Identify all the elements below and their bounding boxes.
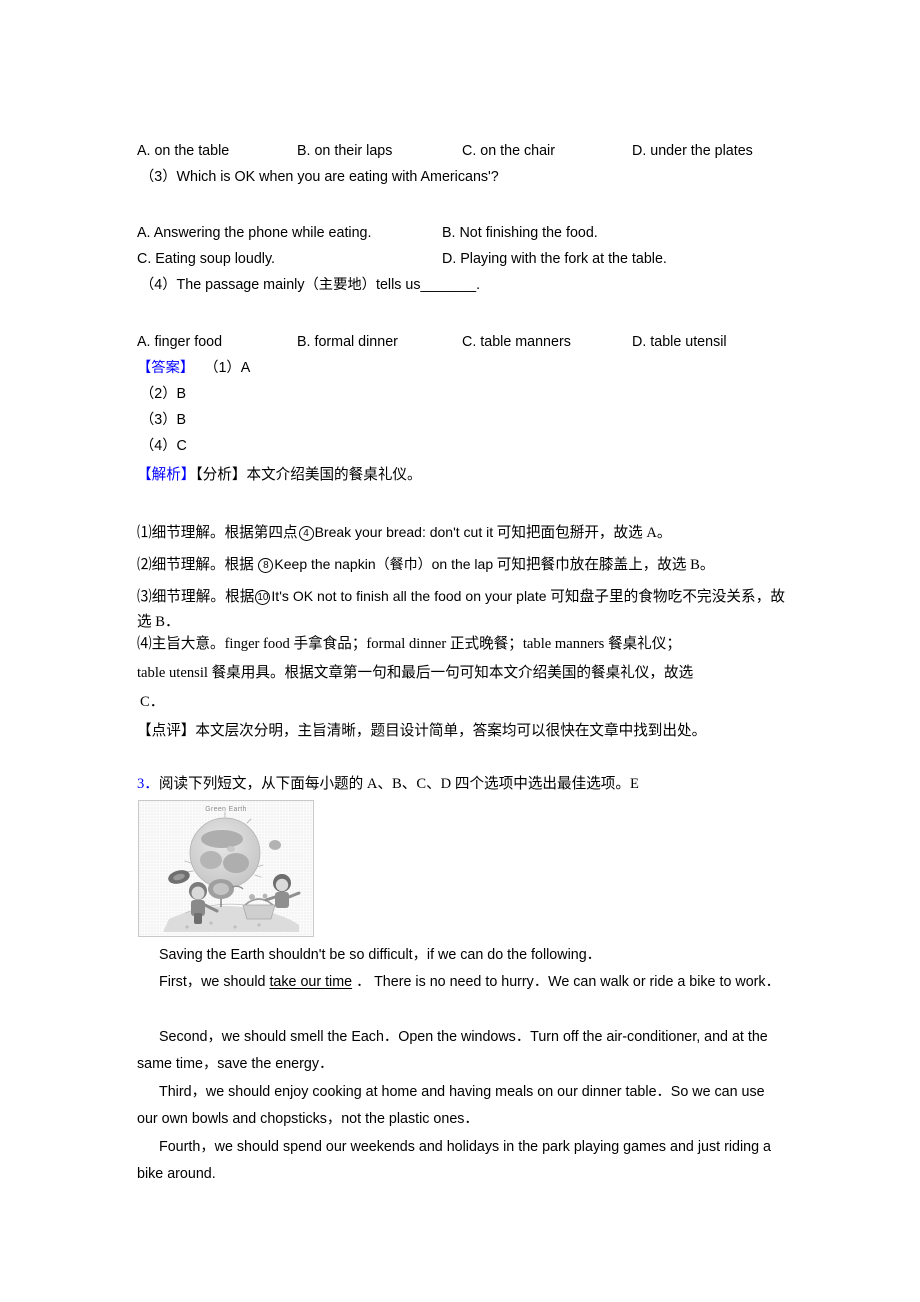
answer-line-2: （2）B: [140, 386, 187, 402]
circled-number-icon: 10: [255, 590, 271, 605]
answer-line-4: （4）C: [140, 438, 187, 454]
analysis-item-3: ⑶细节理解。根据 10 It's OK not to finish all the …: [137, 584, 785, 634]
passage-text-after: ． There is no need to hurry．We can walk …: [352, 974, 780, 990]
passage-text-before: First，we should: [159, 974, 270, 990]
analysis-item-4-line-2: table utensil 餐桌用具。根据文章第一句和最后一句可知本文介绍美国的…: [137, 665, 694, 681]
illustration-title: Green Earth: [205, 806, 247, 813]
passage-paragraph-4: Third，we should enjoy cooking at home an…: [137, 1084, 765, 1128]
item-before: 细节理解。根据: [151, 557, 258, 573]
question-instruction: 阅读下列短文，从下面每小题的 A、B、C、D 四个选项中选出最佳选项。E: [158, 776, 639, 792]
item-english: Break your bread: don't cut it: [314, 524, 494, 540]
analysis-item-1: ⑴细节理解。根据第四点 4 Break your bread: don't cut …: [137, 520, 672, 546]
underlined-phrase: take our time: [269, 974, 353, 990]
question-3-heading: 3．阅读下列短文，从下面每小题的 A、B、C、D 四个选项中选出最佳选项。E: [137, 772, 639, 797]
option-d: D. table utensil: [632, 334, 727, 350]
answer-value-1: （1）A: [204, 360, 251, 376]
answer-line-1: 【答案】 （1）A: [137, 359, 250, 377]
question-3-options-row-2: C. Eating soup loudly. D. Playing with th…: [137, 250, 797, 268]
passage-paragraph-5: Fourth，we should spend our weekends and …: [137, 1139, 771, 1183]
item-before: 细节理解。根据: [151, 589, 255, 605]
answer-line-3: （3）B: [140, 412, 187, 428]
option-b: B. Not finishing the food.: [442, 225, 598, 241]
passage-paragraph-2: First，we should take our time ． There is…: [137, 969, 787, 996]
document-page: A. on the table B. on their laps C. on the…: [0, 0, 920, 1302]
item-number: ⑶: [137, 589, 152, 605]
item-after: 可知把面包掰开，故选 A。: [493, 525, 672, 541]
question-3-stem: （3）Which is OK when you are eating with …: [140, 169, 499, 185]
option-a: A. on the table: [137, 143, 230, 159]
analysis-header: 【解析】【分析】本文介绍美国的餐桌礼仪。: [137, 463, 422, 488]
item-number: ⑴: [137, 525, 152, 541]
option-c: C. Eating soup loudly.: [137, 251, 276, 267]
illustration-svg: [139, 801, 313, 936]
analysis-summary: 本文介绍美国的餐桌礼仪。: [246, 467, 422, 483]
analysis-label: 【解析】: [137, 467, 196, 483]
analysis-sub-label: 【分析】: [195, 467, 247, 483]
passage-paragraph-3: Second，we should smell the Each．Open the…: [137, 1029, 768, 1073]
option-c: C. on the chair: [462, 143, 555, 159]
question-4-options-row: A. finger food B. formal dinner C. table m…: [137, 333, 797, 351]
option-a: A. Answering the phone while eating.: [137, 225, 372, 241]
item-before: 细节理解。根据第四点: [151, 525, 298, 541]
item-english: Keep the napkin（餐巾）on the lap: [274, 556, 494, 572]
question-3-options-row-1: A. Answering the phone while eating. B. N…: [137, 224, 797, 242]
option-d: D. Playing with the fork at the table.: [442, 251, 667, 267]
option-c: C. table manners: [462, 334, 571, 350]
item-number: ⑵: [137, 557, 152, 573]
passage-paragraph-1: Saving the Earth shouldn't be so difficu…: [159, 947, 601, 963]
option-d: D. under the plates: [632, 143, 753, 159]
comment-text: 本文层次分明，主旨清晰，题目设计简单，答案均可以很快在文章中找到出处。: [195, 723, 707, 739]
analysis-item-4-line-1: ⑷主旨大意。finger food 手拿食品；formal dinner 正式晚…: [137, 636, 681, 652]
analysis-item-2: ⑵细节理解。根据 8 Keep the napkin（餐巾）on the lap …: [137, 552, 714, 578]
question-4-stem: （4）The passage mainly（主要地）tells us______…: [140, 277, 481, 293]
option-a: A. finger food: [137, 334, 223, 350]
analysis-item-4-line-3: C．: [140, 694, 165, 710]
item-after: 可知把餐巾放在膝盖上，故选 B。: [493, 557, 715, 573]
question-number: 3．: [137, 776, 159, 792]
item-english: It's OK not to finish all the food on yo…: [271, 588, 547, 604]
answer-label: 【答案】: [137, 360, 195, 376]
option-b: B. formal dinner: [297, 334, 398, 350]
question-2-options-row: A. on the table B. on their laps C. on the…: [137, 142, 797, 160]
green-earth-illustration: Green Earth: [138, 800, 314, 937]
option-b: B. on their laps: [297, 143, 393, 159]
comment-block: 【点评】本文层次分明，主旨清晰，题目设计简单，答案均可以很快在文章中找到出处。: [137, 719, 706, 744]
circled-number-icon: 8: [258, 558, 274, 573]
comment-label: 【点评】: [137, 723, 196, 739]
circled-number-icon: 4: [298, 526, 314, 541]
